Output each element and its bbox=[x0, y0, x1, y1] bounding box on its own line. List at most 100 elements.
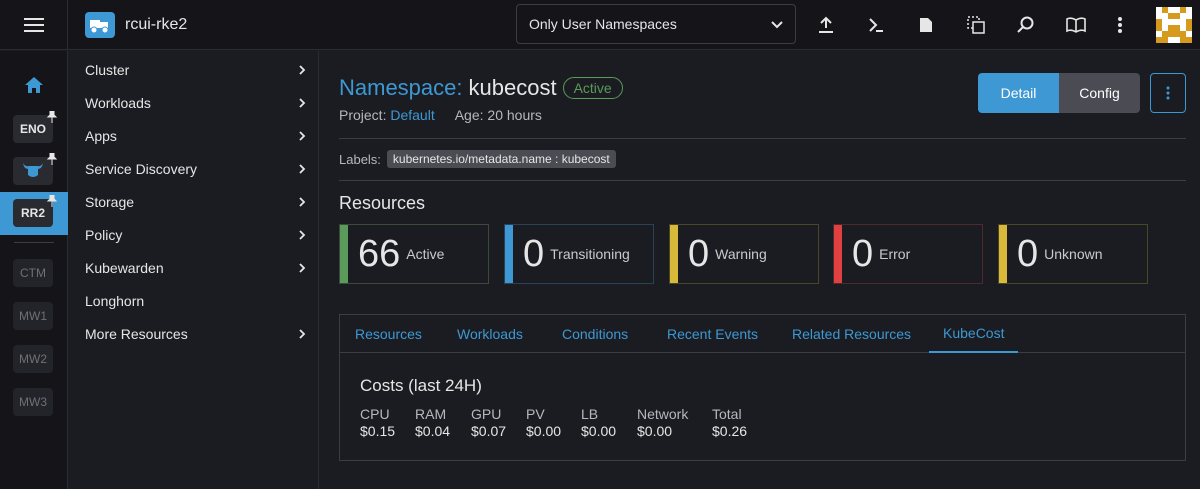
cluster-name: rcui-rke2 bbox=[125, 16, 188, 33]
nav-item-apps[interactable]: Apps bbox=[85, 119, 307, 152]
nav-item-label: Policy bbox=[85, 226, 123, 243]
resource-card-error[interactable]: 0 Error bbox=[833, 224, 983, 284]
kubeconfig-download-icon[interactable] bbox=[914, 13, 938, 37]
divider bbox=[339, 180, 1186, 181]
resource-card-unknown[interactable]: 0 Unknown bbox=[998, 224, 1148, 284]
card-accent-bar bbox=[999, 225, 1007, 283]
tab-panel: Resources Workloads Conditions Recent Ev… bbox=[339, 314, 1186, 461]
card-count: 66 bbox=[358, 232, 401, 275]
tab-kubecost[interactable]: KubeCost bbox=[929, 315, 1019, 353]
resource-card-warning[interactable]: 0 Warning bbox=[669, 224, 819, 284]
chevron-right-icon bbox=[299, 130, 306, 141]
cluster-rail: ENO RR2 CTM MW1 MW2 MW3 bbox=[0, 51, 68, 489]
view-toggle: Detail Config bbox=[978, 73, 1140, 113]
status-badge: Active bbox=[562, 77, 623, 99]
resource-card-active[interactable]: 66 Active bbox=[339, 224, 489, 284]
kubectl-shell-icon[interactable] bbox=[864, 13, 888, 37]
cost-value: $0.00 bbox=[526, 423, 562, 439]
user-avatar[interactable] bbox=[1156, 7, 1192, 43]
more-vert-icon[interactable] bbox=[1108, 13, 1132, 37]
nav-item-policy[interactable]: Policy bbox=[85, 218, 307, 251]
cost-ram: RAM $0.04 bbox=[415, 406, 450, 439]
docs-icon[interactable] bbox=[1064, 13, 1088, 37]
nav-item-label: Apps bbox=[85, 127, 117, 144]
tab-resources[interactable]: Resources bbox=[355, 315, 422, 353]
cluster-logo-icon bbox=[85, 12, 115, 38]
rail-cluster-label: RR2 bbox=[20, 206, 45, 220]
copy-kubeconfig-icon[interactable] bbox=[964, 13, 988, 37]
labels-row: Labels: kubernetes.io/metadata.name : ku… bbox=[339, 150, 616, 168]
project-info: Project: Default bbox=[339, 107, 435, 123]
card-accent-bar bbox=[670, 225, 678, 283]
namespace-name: kubecost bbox=[468, 75, 557, 100]
tab-bar: Resources Workloads Conditions Recent Ev… bbox=[340, 315, 1185, 353]
chevron-down-icon bbox=[771, 16, 783, 32]
tab-conditions[interactable]: Conditions bbox=[562, 315, 628, 353]
rail-cluster-ctm[interactable]: CTM bbox=[13, 259, 53, 287]
menu-icon[interactable] bbox=[0, 0, 68, 50]
cost-gpu: GPU $0.07 bbox=[471, 406, 506, 439]
actions-menu-button[interactable] bbox=[1150, 73, 1186, 113]
costs-heading: Costs (last 24H) bbox=[360, 376, 482, 395]
project-link[interactable]: Default bbox=[390, 107, 434, 123]
divider bbox=[339, 138, 1186, 139]
cost-value: $0.07 bbox=[471, 423, 507, 439]
cost-label: CPU bbox=[360, 406, 390, 422]
nav-item-label: Kubewarden bbox=[85, 259, 164, 276]
chevron-right-icon bbox=[299, 196, 306, 207]
home-icon[interactable] bbox=[0, 67, 68, 103]
nav-item-service-discovery[interactable]: Service Discovery bbox=[85, 152, 307, 185]
rail-cluster-mw3[interactable]: MW3 bbox=[13, 388, 53, 416]
rail-cluster-label: MW3 bbox=[19, 395, 47, 409]
card-accent-bar bbox=[340, 225, 348, 283]
chevron-right-icon bbox=[299, 262, 306, 273]
page-title: Namespace: kubecost Active bbox=[339, 75, 623, 101]
chevron-right-icon bbox=[299, 64, 306, 75]
age-info: Age: 20 hours bbox=[454, 107, 542, 123]
cost-label: GPU bbox=[471, 406, 502, 422]
tab-recent-events[interactable]: Recent Events bbox=[667, 315, 758, 353]
namespace-filter-value: Only User Namespaces bbox=[529, 16, 677, 32]
cost-label: Total bbox=[712, 406, 742, 422]
nav-item-label: Cluster bbox=[85, 61, 130, 78]
chevron-right-icon bbox=[299, 163, 306, 174]
rail-cluster-mw1[interactable]: MW1 bbox=[13, 302, 53, 330]
cost-cpu: CPU $0.15 bbox=[360, 406, 395, 439]
cost-value: $0.26 bbox=[712, 423, 748, 439]
card-count: 0 bbox=[852, 232, 874, 275]
rail-cluster-label: MW2 bbox=[19, 352, 47, 366]
card-label: Transitioning bbox=[550, 246, 630, 262]
namespace-filter-select[interactable]: Only User Namespaces bbox=[516, 4, 796, 44]
card-accent-bar bbox=[834, 225, 842, 283]
cost-value: $0.04 bbox=[415, 423, 451, 439]
card-label: Error bbox=[879, 246, 911, 262]
top-bar: rcui-rke2 Only User Namespaces bbox=[0, 0, 1200, 50]
config-button[interactable]: Config bbox=[1059, 73, 1140, 113]
search-icon[interactable] bbox=[1014, 13, 1038, 37]
detail-button[interactable]: Detail bbox=[978, 73, 1059, 113]
nav-item-cluster[interactable]: Cluster bbox=[85, 53, 307, 86]
nav-item-storage[interactable]: Storage bbox=[85, 185, 307, 218]
cost-value: $0.00 bbox=[581, 423, 617, 439]
nav-item-longhorn[interactable]: Longhorn bbox=[85, 284, 307, 317]
title-prefix: Namespace: bbox=[339, 75, 463, 100]
rail-cluster-label: ENO bbox=[19, 122, 46, 136]
resource-card-transitioning[interactable]: 0 Transitioning bbox=[504, 224, 654, 284]
card-label: Warning bbox=[715, 246, 767, 262]
nav-item-label: Workloads bbox=[85, 94, 151, 111]
tab-workloads[interactable]: Workloads bbox=[457, 315, 523, 353]
card-count: 0 bbox=[523, 232, 545, 275]
project-caption: Project: bbox=[339, 107, 387, 123]
pin-icon[interactable] bbox=[46, 194, 58, 207]
chevron-right-icon bbox=[299, 328, 306, 339]
resources-heading: Resources bbox=[339, 193, 426, 213]
tab-related-resources[interactable]: Related Resources bbox=[792, 315, 911, 353]
rail-cluster-mw2[interactable]: MW2 bbox=[13, 345, 53, 373]
nav-item-kubewarden[interactable]: Kubewarden bbox=[85, 251, 307, 284]
nav-item-workloads[interactable]: Workloads bbox=[85, 86, 307, 119]
pin-icon[interactable] bbox=[46, 152, 58, 165]
nav-item-label: Storage bbox=[85, 193, 135, 210]
pin-icon[interactable] bbox=[46, 110, 58, 123]
import-yaml-icon[interactable] bbox=[814, 13, 838, 37]
nav-item-more-resources[interactable]: More Resources bbox=[85, 317, 307, 350]
